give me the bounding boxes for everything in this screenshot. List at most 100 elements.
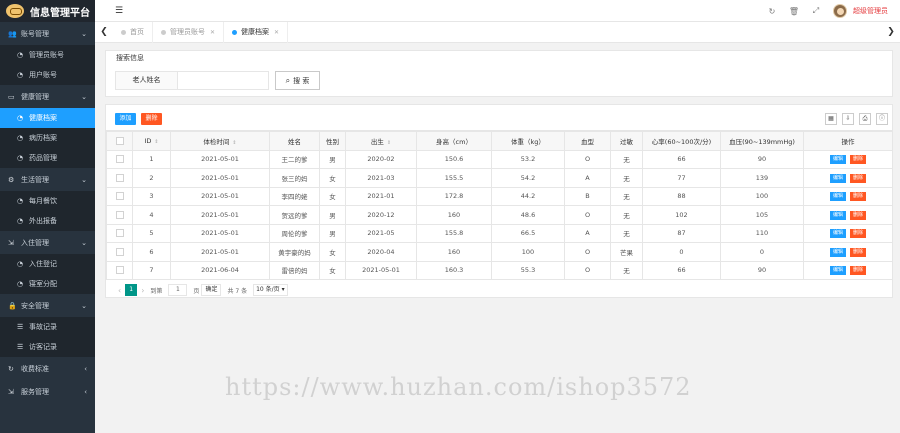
- sidebar-group-label: 生活管理: [21, 175, 49, 184]
- table-cell: 44.2: [491, 186, 565, 206]
- edit-button[interactable]: 编辑: [830, 266, 846, 276]
- tab-2[interactable]: 健康档案 ✕: [224, 21, 289, 43]
- menu-toggle-icon[interactable]: ☰: [115, 6, 123, 16]
- sidebar-group-label: 服务管理: [21, 387, 49, 396]
- door-icon: ⇲: [8, 238, 14, 247]
- trash-icon[interactable]: 🗑: [783, 7, 805, 16]
- table-cell: 女: [319, 168, 346, 188]
- table-cell: O: [564, 149, 611, 169]
- sidebar-group-6[interactable]: ⇲ 服务管理 ‹: [0, 380, 95, 403]
- sidebar-item-0-0[interactable]: ◔ 管理员账号: [0, 45, 95, 65]
- dashboard-icon: ◔: [17, 51, 24, 59]
- row-checkbox[interactable]: [115, 155, 124, 164]
- column-header-label: 体重（kg）: [511, 137, 545, 146]
- table-cell: 102: [642, 205, 721, 225]
- goto-label: 到第: [150, 287, 163, 295]
- table-cell: 160: [416, 205, 492, 225]
- tab-0[interactable]: 首页: [113, 21, 153, 43]
- elder-name-input[interactable]: [177, 71, 269, 90]
- table-cell: 7: [132, 260, 171, 280]
- delete-button[interactable]: 删除: [850, 155, 866, 165]
- close-icon[interactable]: ✕: [210, 29, 215, 36]
- close-icon[interactable]: ✕: [274, 29, 279, 36]
- sidebar-item-0-1[interactable]: ◔ 用户账号: [0, 65, 95, 85]
- edit-button[interactable]: 编辑: [830, 155, 846, 165]
- page-size-select[interactable]: 10 条/页 ▾: [253, 284, 288, 296]
- batch-delete-button[interactable]: 删除: [141, 113, 162, 125]
- sidebar-item-label: 药品管理: [29, 154, 57, 162]
- sidebar-item-2-0[interactable]: ◔ 每月餐饮: [0, 191, 95, 211]
- user-name[interactable]: 超级管理员: [853, 6, 888, 16]
- table-cell: 3: [132, 186, 171, 206]
- app-logo[interactable]: 信息管理平台: [0, 0, 95, 22]
- dashboard-icon: ◔: [17, 114, 24, 122]
- row-checkbox[interactable]: [115, 229, 124, 238]
- column-header-label: 血压(90~139mmHg): [729, 137, 795, 146]
- refresh-icon[interactable]: ↻: [761, 7, 783, 16]
- goto-confirm-button[interactable]: 确定: [201, 284, 222, 296]
- sidebar-item-3-0[interactable]: ◔ 入住登记: [0, 254, 95, 274]
- column-header-1[interactable]: 体检时间 ⇕: [170, 131, 270, 151]
- row-checkbox[interactable]: [115, 247, 124, 256]
- sidebar-item-4-1[interactable]: ☰ 访客记录: [0, 337, 95, 357]
- page-unit: 页: [193, 287, 200, 295]
- sidebar-item-3-1[interactable]: ◔ 寝室分配: [0, 274, 95, 294]
- row-checkbox[interactable]: [115, 266, 124, 275]
- dashboard-icon: ◔: [17, 154, 24, 162]
- search-button[interactable]: ⌕ 搜 索: [275, 71, 320, 90]
- sidebar-group-5[interactable]: ↻ 收费标准 ‹: [0, 357, 95, 380]
- goto-page-input[interactable]: 1: [168, 284, 188, 296]
- delete-button[interactable]: 删除: [850, 247, 866, 257]
- avatar[interactable]: [833, 4, 847, 18]
- delete-button[interactable]: 删除: [850, 210, 866, 220]
- watermark: https://www.huzhan.com/ishop3572: [225, 373, 692, 401]
- edit-button[interactable]: 编辑: [830, 210, 846, 220]
- export-icon[interactable]: ⇩: [842, 113, 854, 125]
- sidebar-item-1-2[interactable]: ◔ 药品管理: [0, 148, 95, 168]
- sidebar-group-0[interactable]: 👥 账号管理 ⌄: [0, 22, 95, 45]
- edit-button[interactable]: 编辑: [830, 247, 846, 257]
- sidebar-group-2[interactable]: ⚙ 生活管理 ⌄: [0, 168, 95, 191]
- delete-button[interactable]: 删除: [850, 229, 866, 239]
- edit-button[interactable]: 编辑: [830, 192, 846, 202]
- sidebar-group-1[interactable]: ▭ 健康管理 ⌄: [0, 85, 95, 108]
- delete-button[interactable]: 删除: [850, 192, 866, 202]
- row-actions: 编辑 删除: [803, 242, 893, 262]
- current-page[interactable]: 1: [125, 284, 138, 296]
- delete-button[interactable]: 删除: [850, 266, 866, 276]
- table-cell: A: [564, 168, 611, 188]
- column-header-0[interactable]: ID ⇕: [132, 131, 171, 151]
- delete-button[interactable]: 删除: [850, 173, 866, 183]
- sidebar-item-4-0[interactable]: ☰ 事故记录: [0, 317, 95, 337]
- sidebar-item-1-1[interactable]: ◔ 病历档案: [0, 128, 95, 148]
- info-icon[interactable]: ⓘ: [876, 113, 888, 125]
- edit-button[interactable]: 编辑: [830, 229, 846, 239]
- prev-page-icon[interactable]: ‹: [118, 286, 121, 295]
- chevron-down-icon: ⌄: [81, 29, 87, 38]
- sidebar-item-1-0[interactable]: ◔ 健康档案: [0, 108, 95, 128]
- edit-button[interactable]: 编辑: [830, 173, 846, 183]
- add-button[interactable]: 添加: [115, 113, 136, 125]
- table-row: 3 2021-05-01 李四的姥女 2021-01 172.8 44.2 B 无 88 100 编…: [106, 186, 893, 206]
- columns-icon[interactable]: ▦: [825, 113, 837, 125]
- select-all-checkbox[interactable]: [115, 136, 124, 145]
- sidebar-group-4[interactable]: 🔒 安全管理 ⌄: [0, 294, 95, 317]
- sidebar-group-3[interactable]: ⇲ 入住管理 ⌄: [0, 231, 95, 254]
- sort-icon[interactable]: ⇕: [154, 139, 158, 145]
- column-header-label: 体检时间: [203, 137, 230, 146]
- sidebar-item-2-1[interactable]: ◔ 外出报备: [0, 211, 95, 231]
- row-checkbox[interactable]: [115, 173, 124, 182]
- print-icon[interactable]: ⎙: [859, 113, 871, 125]
- sort-icon[interactable]: ⇕: [232, 140, 236, 146]
- next-page-icon[interactable]: ›: [141, 286, 144, 295]
- tab-1[interactable]: 管理员账号 ✕: [153, 21, 225, 43]
- fullscreen-icon[interactable]: ⤢: [805, 6, 827, 16]
- row-checkbox[interactable]: [115, 192, 124, 201]
- column-header-label: 操作: [841, 137, 855, 146]
- tabs-left-chevron-icon[interactable]: ❮: [95, 27, 113, 37]
- column-header-4[interactable]: 出生 ⇕: [345, 131, 417, 151]
- sort-icon[interactable]: ⇕: [387, 140, 391, 146]
- row-checkbox[interactable]: [115, 210, 124, 219]
- table-cell: 139: [720, 168, 804, 188]
- tabs-right-chevron-icon[interactable]: ❯: [882, 22, 900, 43]
